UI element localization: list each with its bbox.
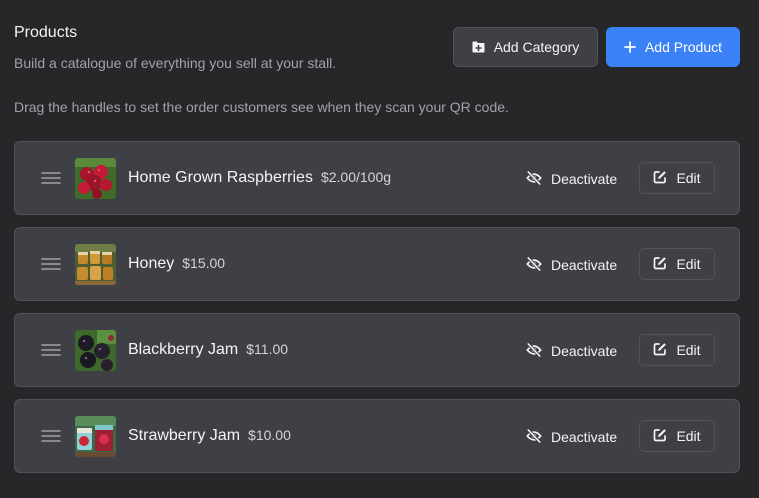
product-price: $2.00/100g bbox=[320, 169, 392, 185]
edit-label: Edit bbox=[676, 170, 701, 186]
reorder-hint: Drag the handles to set the order custom… bbox=[14, 99, 509, 115]
edit-label: Edit bbox=[676, 342, 701, 358]
eye-off-icon bbox=[526, 428, 542, 446]
eye-off-icon bbox=[526, 256, 542, 274]
product-info: Home Grown Raspberries $2.00/100g bbox=[128, 169, 391, 187]
product-row: Home Grown Raspberries $2.00/100g Deacti… bbox=[14, 141, 740, 215]
product-name: Blackberry Jam bbox=[128, 341, 239, 358]
deactivate-label: Deactivate bbox=[551, 171, 618, 187]
product-thumbnail bbox=[75, 244, 116, 285]
product-name: Strawberry Jam bbox=[128, 427, 241, 444]
deactivate-label: Deactivate bbox=[551, 429, 618, 445]
product-info: Honey $15.00 bbox=[128, 255, 225, 273]
product-thumbnail bbox=[75, 158, 116, 199]
product-list: Home Grown Raspberries $2.00/100g Deacti… bbox=[14, 141, 740, 485]
product-price: $10.00 bbox=[248, 427, 291, 443]
drag-handle-icon[interactable] bbox=[41, 256, 61, 272]
eye-off-icon bbox=[526, 170, 542, 188]
page-title: Products bbox=[14, 24, 78, 41]
edit-button[interactable]: Edit bbox=[639, 162, 715, 194]
deactivate-button[interactable]: Deactivate bbox=[526, 426, 617, 448]
folder-plus-icon bbox=[472, 41, 485, 53]
product-info: Blackberry Jam $11.00 bbox=[128, 341, 288, 359]
add-category-label: Add Category bbox=[493, 39, 580, 55]
edit-icon bbox=[653, 428, 667, 445]
deactivate-label: Deactivate bbox=[551, 343, 618, 359]
drag-handle-icon[interactable] bbox=[41, 170, 61, 186]
add-product-label: Add Product bbox=[644, 39, 723, 55]
drag-handle-icon[interactable] bbox=[41, 428, 61, 444]
edit-button[interactable]: Edit bbox=[639, 334, 715, 366]
edit-label: Edit bbox=[676, 256, 701, 272]
product-row: Honey $15.00 Deactivate Edit bbox=[14, 227, 740, 301]
add-product-button[interactable]: Add Product bbox=[606, 27, 740, 67]
edit-button[interactable]: Edit bbox=[639, 420, 715, 452]
deactivate-button[interactable]: Deactivate bbox=[526, 168, 617, 190]
deactivate-button[interactable]: Deactivate bbox=[526, 254, 617, 276]
product-name: Honey bbox=[128, 255, 175, 272]
add-category-button[interactable]: Add Category bbox=[453, 27, 598, 67]
product-name: Home Grown Raspberries bbox=[128, 169, 313, 186]
product-price: $15.00 bbox=[182, 255, 226, 271]
edit-label: Edit bbox=[676, 428, 701, 444]
edit-icon bbox=[653, 170, 667, 187]
product-row: Blackberry Jam $11.00 Deactivate Edit bbox=[14, 313, 740, 387]
eye-off-icon bbox=[526, 342, 542, 360]
product-row: Strawberry Jam $10.00 Deactivate Edit bbox=[14, 399, 740, 473]
product-thumbnail bbox=[75, 416, 116, 457]
deactivate-button[interactable]: Deactivate bbox=[526, 340, 617, 362]
plus-icon bbox=[624, 41, 636, 53]
product-price: $11.00 bbox=[246, 341, 289, 357]
deactivate-label: Deactivate bbox=[551, 257, 618, 273]
products-page: Products Build a catalogue of everything… bbox=[0, 0, 759, 498]
product-thumbnail bbox=[75, 330, 116, 371]
edit-icon bbox=[653, 342, 667, 359]
product-info: Strawberry Jam $10.00 bbox=[128, 427, 291, 445]
edit-icon bbox=[653, 256, 667, 273]
edit-button[interactable]: Edit bbox=[639, 248, 715, 280]
page-subtitle: Build a catalogue of everything you sell… bbox=[14, 55, 337, 71]
drag-handle-icon[interactable] bbox=[41, 342, 61, 358]
